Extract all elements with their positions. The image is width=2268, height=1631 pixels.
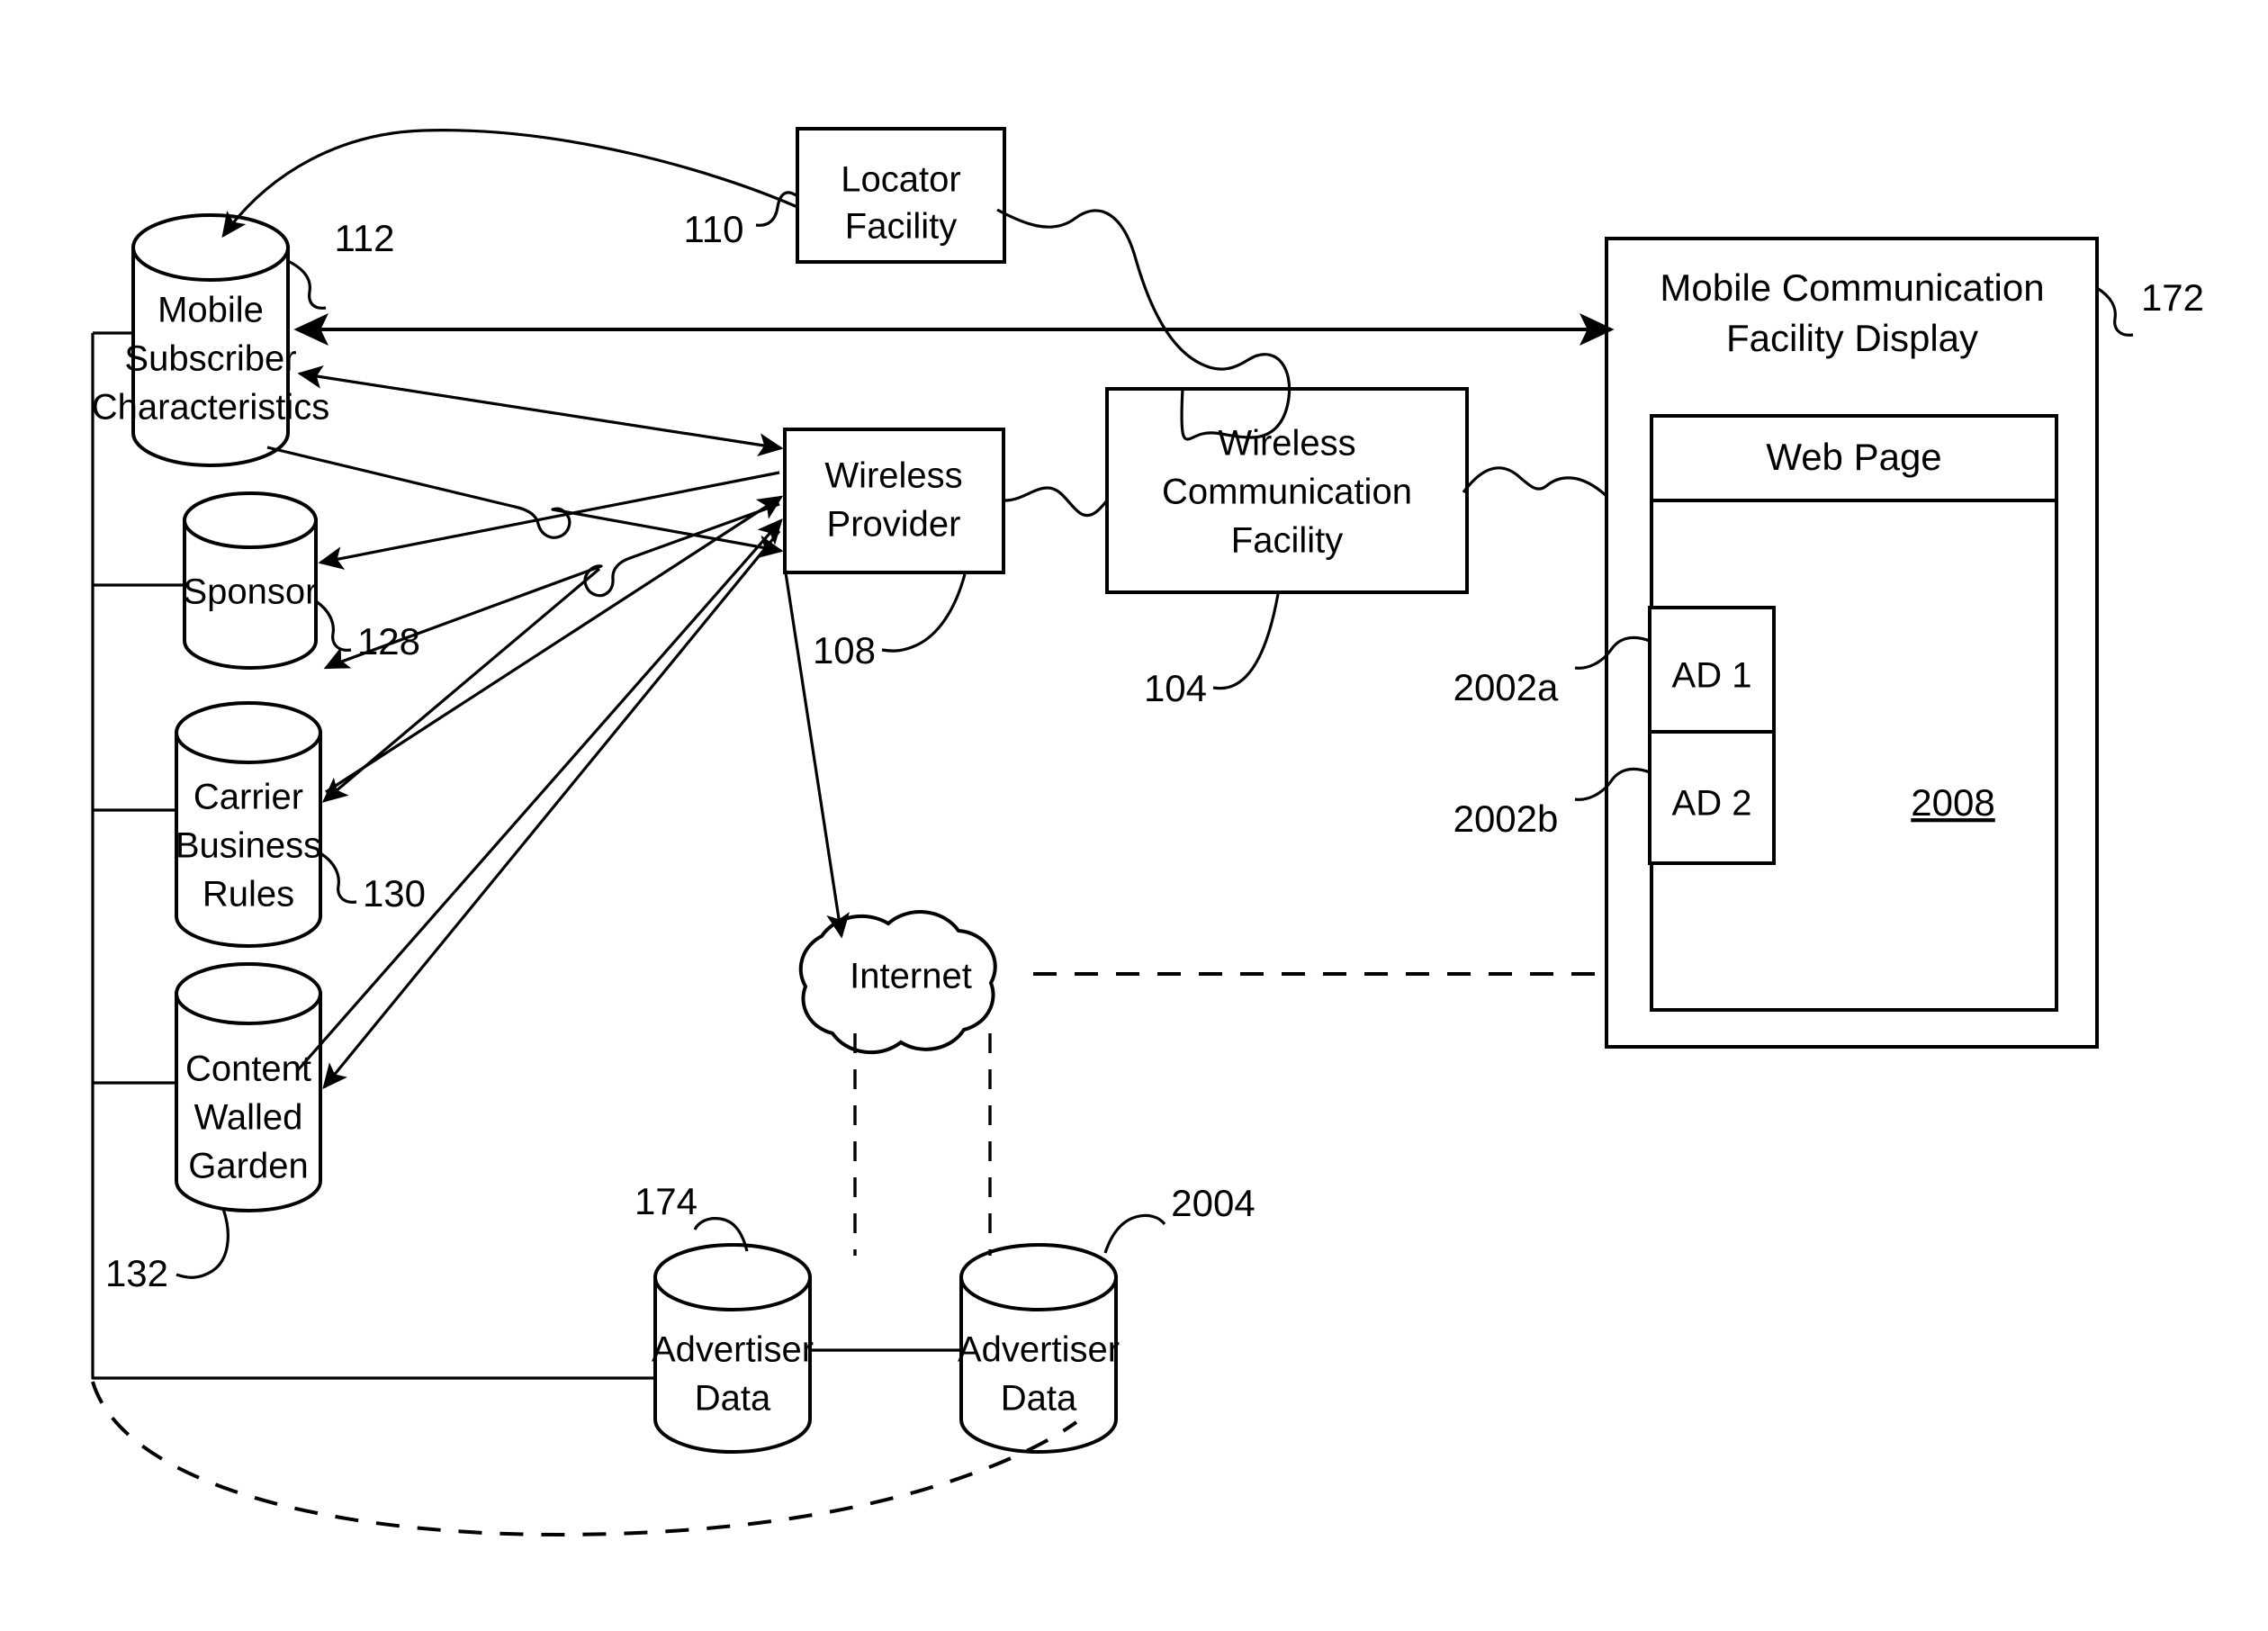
ref-112: 112 — [335, 217, 395, 259]
msc-label-line3: Characteristics — [92, 388, 330, 428]
label-ad-1: AD 1 — [1672, 656, 1752, 696]
web-content-ref: 2008 — [1911, 781, 1994, 824]
cbr-label-line2: Business — [176, 826, 321, 866]
adv-left-label-line1: Advertiser — [652, 1330, 814, 1370]
connector-wp-to-wcf — [1004, 486, 1109, 518]
ref-2004: 2004 — [1171, 1182, 1255, 1224]
ref-108: 108 — [813, 629, 876, 671]
ref-2002b: 2002b — [1454, 797, 1559, 840]
adv-left-label-line2: Data — [695, 1379, 771, 1419]
label-internet: Internet — [850, 957, 972, 996]
msc-label-line1: Mobile — [158, 291, 264, 330]
ref-110: 110 — [684, 208, 744, 250]
locator-label-line1: Locator — [841, 160, 960, 200]
connector-wp-to-internet — [783, 566, 850, 939]
ref-172: 172 — [2141, 276, 2204, 319]
locator-label-line2: Facility — [845, 207, 957, 247]
wp-label-line2: Provider — [827, 505, 961, 545]
cwg-label-line3: Garden — [188, 1147, 308, 1186]
ref-130: 130 — [363, 872, 426, 915]
adv-right-label-line2: Data — [1001, 1379, 1077, 1419]
ref-132: 132 — [105, 1252, 168, 1294]
sponsor-label: Sponsor — [184, 572, 318, 612]
adv-right-label-line1: Advertiser — [958, 1330, 1120, 1370]
ref-2002a: 2002a — [1454, 666, 1559, 708]
connector-msc-wireless-provider — [297, 365, 784, 456]
ad2-label: AD 2 — [1672, 784, 1752, 824]
label-sponsor: Sponsor — [184, 572, 318, 612]
label-ad-2: AD 2 — [1672, 784, 1752, 824]
web-page-label: Web Page — [1766, 436, 1941, 478]
label-content-walled-garden: Content Walled Garden — [185, 1050, 311, 1186]
cwg-label-line1: Content — [185, 1050, 311, 1089]
diagram-canvas: Mobile Subscriber Characteristics Locato… — [91, 127, 2204, 1536]
wp-label-line1: Wireless — [824, 456, 962, 496]
display-label-line1: Mobile Communication — [1660, 266, 2044, 309]
msc-label-line2: Subscriber — [124, 339, 296, 379]
cbr-label-line3: Rules — [202, 875, 294, 915]
connector-wcf-to-display — [1462, 466, 1609, 499]
wcf-label-line2: Communication — [1162, 473, 1412, 512]
connector-msc-bottom-to-wp — [266, 446, 784, 559]
connector-internet-to-advertisers — [853, 1033, 992, 1256]
connector-wp-to-cwg — [322, 529, 781, 1090]
connector-wp-to-sponsor — [318, 471, 780, 570]
label-web-page-content: 2008 — [1911, 781, 1994, 824]
connector-bottom-dashed-curve — [91, 1381, 1078, 1536]
label-mobile-subscriber-characteristics: Mobile Subscriber Characteristics — [92, 291, 330, 428]
ref-104: 104 — [1144, 667, 1207, 709]
display-label-line2: Facility Display — [1726, 317, 1978, 359]
ad1-label: AD 1 — [1672, 656, 1752, 696]
ref-174: 174 — [634, 1180, 698, 1222]
connector-cwg-to-wp — [295, 518, 783, 1073]
label-web-page: Web Page — [1766, 436, 1941, 478]
patent-figure: Mobile Subscriber Characteristics Locato… — [0, 0, 2268, 1631]
wcf-label-line3: Facility — [1231, 521, 1343, 561]
internet-label: Internet — [850, 957, 972, 996]
ref-128: 128 — [357, 620, 420, 662]
cbr-label-line1: Carrier — [194, 778, 303, 817]
wcf-label-line1: Wireless — [1218, 424, 1355, 464]
cwg-label-line2: Walled — [194, 1098, 303, 1138]
node-wireless-provider — [783, 428, 1005, 574]
